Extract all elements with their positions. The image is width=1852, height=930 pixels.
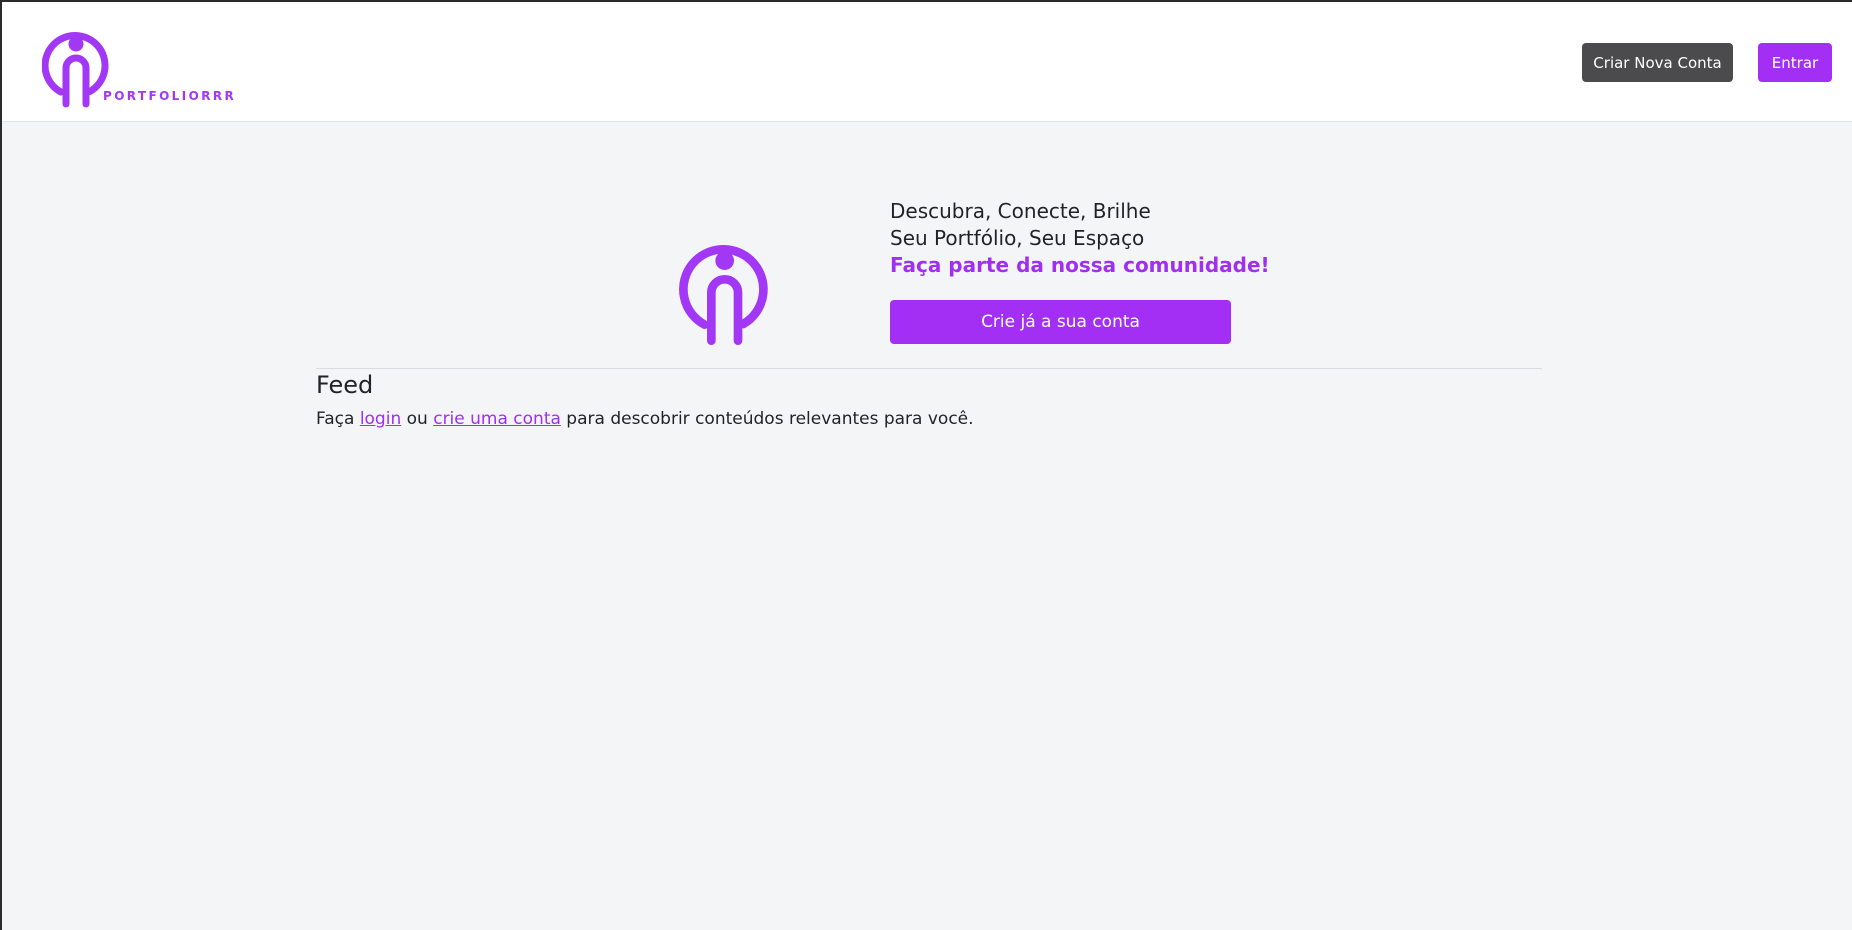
brand-logo[interactable]: PORTFOLIORRR [42, 18, 242, 108]
create-account-cta-button[interactable]: Crie já a sua conta [890, 300, 1231, 344]
login-link[interactable]: login [360, 409, 401, 429]
feed-text-middle: ou [401, 409, 434, 429]
feed-text-prefix: Faça [316, 409, 360, 429]
brand-name: PORTFOLIORRR [103, 89, 237, 103]
top-navbar: PORTFOLIORRR Criar Nova Conta Entrar [2, 2, 1852, 122]
feed-title: Feed [316, 371, 374, 399]
portfolio-logo-icon [679, 245, 768, 345]
hero-logo [678, 226, 774, 350]
hero-text: Descubra, Conecte, Brilhe Seu Portfólio,… [890, 198, 1290, 279]
hero-tagline-2: Seu Portfólio, Seu Espaço [890, 226, 1145, 250]
section-divider [316, 368, 1542, 369]
feed-text-suffix: para descobrir conteúdos relevantes para… [560, 409, 974, 429]
signup-link[interactable]: crie uma conta [433, 409, 561, 429]
hero-tagline-1: Descubra, Conecte, Brilhe [890, 199, 1151, 223]
login-button[interactable]: Entrar [1758, 43, 1832, 82]
page: PORTFOLIORRR Criar Nova Conta Entrar Des… [0, 0, 1852, 930]
create-account-button[interactable]: Criar Nova Conta [1582, 43, 1733, 82]
feed-message: Faça login ou crie uma conta para descob… [316, 407, 974, 431]
portfolio-logo-icon [42, 32, 109, 108]
hero-highlight: Faça parte da nossa comunidade! [890, 253, 1270, 277]
